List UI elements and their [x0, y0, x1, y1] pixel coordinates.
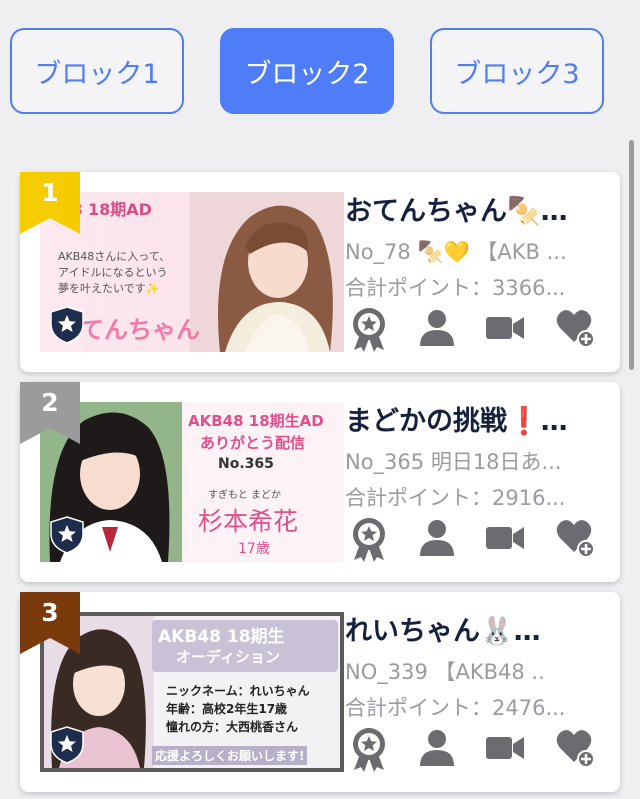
video-camera-icon[interactable]: [485, 726, 525, 772]
award-icon[interactable]: [349, 726, 389, 772]
ranking-page: ブロック1 ブロック2 ブロック3 B48 18期AD AKB48さんに入って、…: [0, 0, 640, 799]
thumb-line: 夢を叶えたいです✨: [58, 282, 160, 295]
streamer-name[interactable]: まどかの挑戦❗…: [345, 400, 610, 444]
card-info: まどかの挑戦❗… No_365 明日18日あ... 合計ポイント：2916...: [345, 400, 610, 516]
thumb-line: 年齢：高校2年生17歳: [166, 702, 288, 716]
scrollbar[interactable]: [629, 140, 634, 370]
shield-star-icon: [50, 306, 84, 344]
shield-star-icon: [50, 516, 84, 554]
heart-plus-icon[interactable]: [555, 726, 595, 772]
thumb-line: 憧れの方：大西桃香さん: [166, 720, 299, 734]
ranking-card[interactable]: AKB48 18期生AD ありがとう配信 No.365 すぎもと まどか 杉本希…: [20, 382, 620, 582]
thumb-title: AKB48 18期生AD: [188, 412, 324, 430]
rank-number: 1: [41, 178, 59, 207]
award-icon[interactable]: [349, 516, 389, 562]
heart-plus-icon[interactable]: [555, 516, 595, 562]
person-icon[interactable]: [417, 516, 457, 562]
action-icons: [345, 306, 595, 352]
streamer-detail: No_365 明日18日あ...: [345, 450, 562, 474]
thumbnail-image: AKB48 18期生AD ありがとう配信 No.365 すぎもと まどか 杉本希…: [40, 402, 344, 562]
thumb-name: てんちゃん: [80, 316, 200, 344]
rank-number: 2: [41, 388, 59, 417]
thumb-line: 17歳: [238, 541, 270, 557]
block-3-button[interactable]: ブロック3: [430, 28, 604, 114]
thumb-name: 杉本希花: [198, 507, 299, 536]
thumb-line: AKB48さんに入って、: [58, 250, 171, 263]
thumb-line: ありがとう配信: [200, 434, 306, 452]
total-points: 合計ポイント：2916...: [345, 486, 566, 510]
total-points: 合計ポイント：3366...: [345, 276, 566, 300]
action-icons: [345, 726, 595, 772]
person-icon[interactable]: [417, 306, 457, 352]
thumb-title: AKB48 18期生: [158, 627, 285, 647]
streamer-detail: No_78 🍢💛 【AKB ...: [345, 240, 567, 264]
video-camera-icon[interactable]: [485, 306, 525, 352]
card-info: おてんちゃん🍢… No_78 🍢💛 【AKB ... 合計ポイント：3366..…: [345, 190, 610, 306]
ranking-card[interactable]: B48 18期AD AKB48さんに入って、 アイドルになるという 夢を叶えたい…: [20, 172, 620, 372]
thumb-line: 応援よろしくお願いします!: [152, 746, 308, 765]
thumb-line: オーディション: [176, 648, 280, 666]
thumbnail-image: AKB48 18期生 オーディション ニックネーム：れいちゃん 年齢：高校2年生…: [40, 612, 344, 772]
streamer-detail: NO_339 【AKB48 ..: [345, 660, 545, 684]
block-1-button[interactable]: ブロック1: [10, 28, 184, 114]
card-info: れいちゃん🐰… NO_339 【AKB48 .. 合計ポイント：2476...: [345, 610, 610, 726]
streamer-name[interactable]: おてんちゃん🍢…: [345, 190, 610, 234]
rank-ribbon: 2: [20, 382, 80, 444]
ranking-card[interactable]: AKB48 18期生 オーディション ニックネーム：れいちゃん 年齢：高校2年生…: [20, 592, 620, 792]
action-icons: [345, 516, 595, 562]
video-camera-icon[interactable]: [485, 516, 525, 562]
shield-star-icon: [50, 726, 84, 764]
award-icon[interactable]: [349, 306, 389, 352]
thumb-line: すぎもと まどか: [208, 490, 281, 501]
streamer-name[interactable]: れいちゃん🐰…: [345, 610, 610, 654]
thumbnail-image: B48 18期AD AKB48さんに入って、 アイドルになるという 夢を叶えたい…: [40, 192, 344, 352]
block-selector: ブロック1 ブロック2 ブロック3: [10, 28, 610, 114]
rank-ribbon: 1: [20, 172, 80, 234]
rank-ribbon: 3: [20, 592, 80, 654]
person-icon[interactable]: [417, 726, 457, 772]
rank-number: 3: [41, 598, 59, 627]
block-2-button[interactable]: ブロック2: [220, 28, 394, 114]
thumb-line: アイドルになるという: [58, 266, 168, 279]
total-points: 合計ポイント：2476...: [345, 696, 566, 720]
heart-plus-icon[interactable]: [555, 306, 595, 352]
thumb-line: ニックネーム：れいちゃん: [166, 684, 310, 698]
thumb-line: No.365: [218, 456, 274, 472]
